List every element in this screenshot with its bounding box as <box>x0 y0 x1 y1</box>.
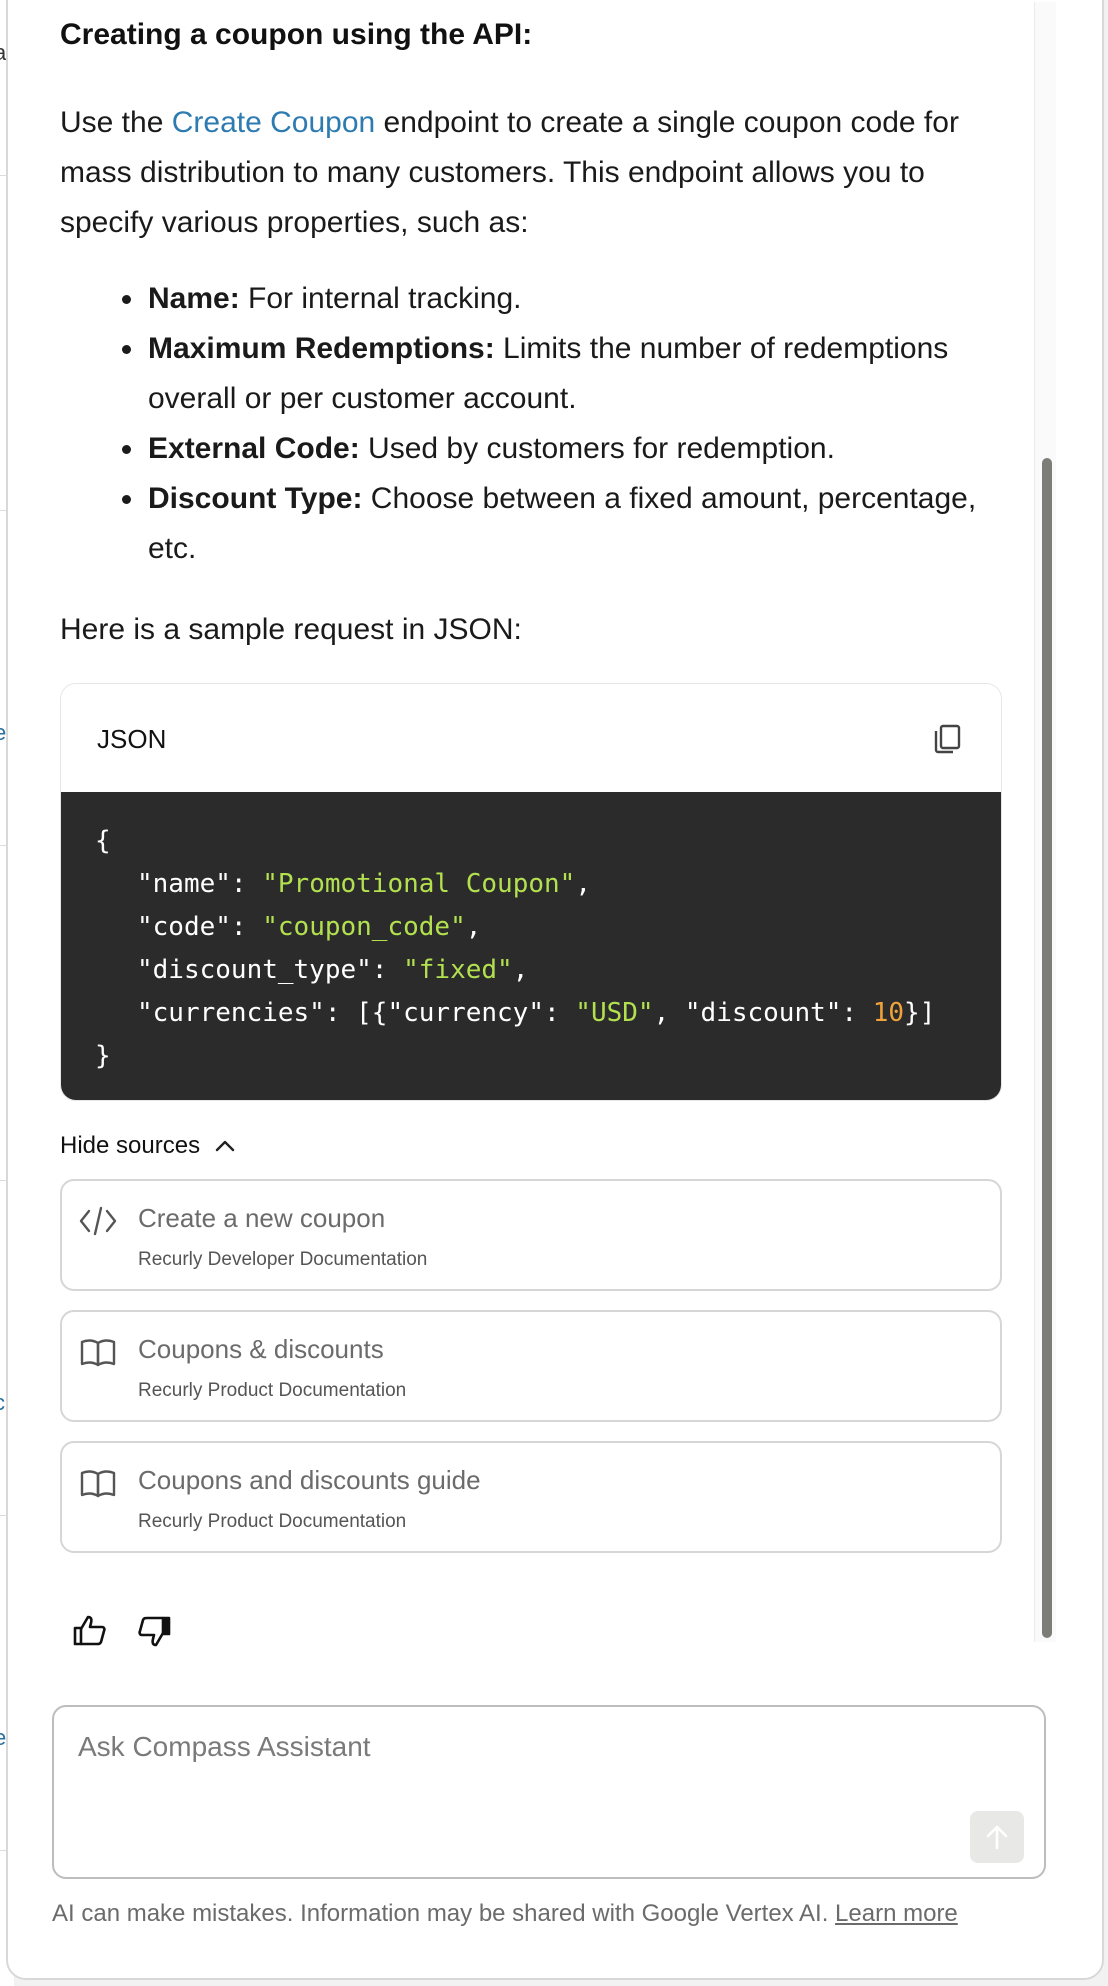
sample-intro: Here is a sample request in JSON: <box>60 613 522 646</box>
chevron-up-icon <box>215 1140 235 1152</box>
ask-input[interactable] <box>78 1727 958 1767</box>
chat-input-box[interactable] <box>52 1705 1046 1879</box>
code-punct: , <box>575 869 591 899</box>
code-key: "code": <box>137 912 263 942</box>
code-block-header: JSON <box>61 684 1001 792</box>
thumbs-up-icon[interactable] <box>72 1613 108 1649</box>
code-punct: , <box>465 912 482 942</box>
create-coupon-link[interactable]: Create Coupon <box>172 106 375 139</box>
list-item-text: Used by customers for redemption. <box>359 432 835 465</box>
copy-icon[interactable] <box>929 720 965 756</box>
code-line: } <box>95 1041 111 1071</box>
list-item-text: For internal tracking. <box>239 282 522 315</box>
source-title: Coupons & discounts <box>138 1334 384 1364</box>
code-language-label: JSON <box>97 724 167 754</box>
code-line: "currencies": [{"currency": "USD", "disc… <box>95 992 1001 1035</box>
source-title: Create a new coupon <box>138 1203 386 1233</box>
learn-more-link[interactable]: Learn more <box>835 1900 958 1927</box>
list-item-term: External Code: <box>148 432 360 465</box>
code-line: { <box>95 826 111 856</box>
list-item: Discount Type: Choose between a fixed am… <box>122 474 1028 574</box>
send-button[interactable] <box>970 1811 1024 1863</box>
thumbs-down-icon[interactable] <box>136 1613 172 1649</box>
list-item-term: Discount Type: <box>148 482 363 515</box>
code-punct: }] <box>904 998 936 1028</box>
source-card[interactable]: Create a new coupon Recurly Developer Do… <box>60 1179 1002 1291</box>
code-line: "code": "coupon_code", <box>95 906 1001 949</box>
list-item: External Code: Used by customers for red… <box>122 424 1028 474</box>
source-subtitle: Recurly Product Documentation <box>138 1511 407 1532</box>
assistant-panel: Creating a coupon using the API: Use the… <box>6 0 1104 1980</box>
arrow-up-icon <box>986 1825 1008 1850</box>
answer-intro: Use the Create Coupon endpoint to create… <box>60 98 1020 248</box>
code-line: "name": "Promotional Coupon", <box>95 863 1001 906</box>
chat-scroll-area[interactable]: Creating a coupon using the API: Use the… <box>8 2 1048 1647</box>
code-key: "discount_type": <box>137 955 404 985</box>
source-subtitle: Recurly Product Documentation <box>138 1380 407 1401</box>
answer-heading: Creating a coupon using the API: <box>60 18 533 51</box>
book-icon <box>78 1465 118 1501</box>
property-list: Name: For internal tracking. Maximum Red… <box>122 274 1028 574</box>
scrollbar-thumb[interactable] <box>1042 458 1052 1638</box>
code-string: "USD" <box>575 998 654 1028</box>
code-key: , "discount": <box>653 998 873 1028</box>
code-string: "Promotional Coupon" <box>262 869 576 899</box>
code-line: "discount_type": "fixed", <box>95 949 1001 992</box>
code-string: "fixed" <box>403 955 513 985</box>
code-icon <box>78 1203 118 1239</box>
code-key: "name": <box>137 869 263 899</box>
disclaimer-text: AI can make mistakes. Information may be… <box>52 1900 836 1927</box>
list-item-term: Name: <box>148 282 240 315</box>
source-card[interactable]: Coupons and discounts guide Recurly Prod… <box>60 1441 1002 1553</box>
code-content: { "name": "Promotional Coupon", "code": … <box>61 792 1001 1100</box>
source-title: Coupons and discounts guide <box>138 1465 481 1495</box>
code-key: "currencies": [{"currency": <box>137 998 576 1028</box>
code-number: 10 <box>872 998 905 1028</box>
list-item: Maximum Redemptions: Limits the number o… <box>122 324 1028 424</box>
hide-sources-label: Hide sources <box>60 1132 201 1159</box>
code-string: "coupon_code" <box>262 912 466 942</box>
code-block: JSON { "name": "Promotional Coupon", "co… <box>60 683 1002 1101</box>
hide-sources-toggle[interactable]: Hide sources <box>60 1132 236 1160</box>
intro-text: Use the <box>60 106 172 139</box>
list-item-term: Maximum Redemptions: <box>148 332 495 365</box>
book-icon <box>78 1334 118 1370</box>
ai-disclaimer: AI can make mistakes. Information may be… <box>52 1900 958 1928</box>
code-punct: , <box>512 955 529 985</box>
source-subtitle: Recurly Developer Documentation <box>138 1249 428 1270</box>
list-item: Name: For internal tracking. <box>122 274 1028 324</box>
source-card[interactable]: Coupons & discounts Recurly Product Docu… <box>60 1310 1002 1422</box>
